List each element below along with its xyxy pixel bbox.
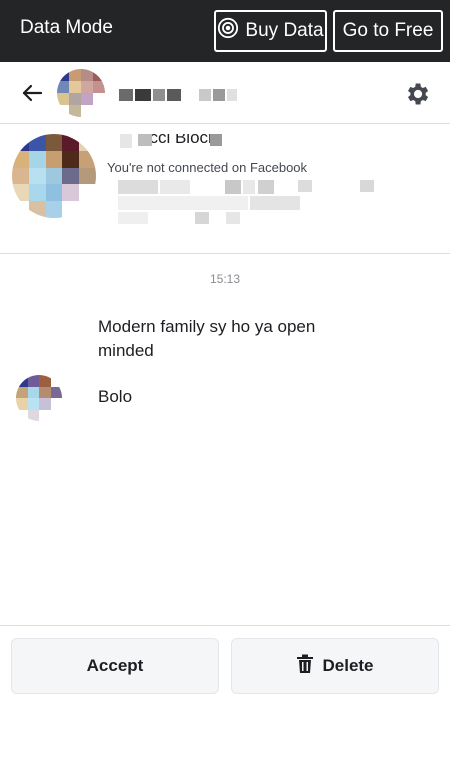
message-text: Modern family sy ho ya open minded	[98, 317, 316, 360]
avatar[interactable]	[12, 134, 96, 218]
buy-data-label: Buy Data	[245, 20, 324, 41]
trash-icon	[296, 654, 314, 679]
gear-icon[interactable]	[403, 80, 431, 113]
broadcast-icon	[217, 17, 239, 45]
message-text: Bolo	[98, 387, 133, 406]
conversation-header	[0, 62, 450, 124]
data-mode-label: Data Mode	[20, 17, 113, 38]
avatar[interactable]	[57, 69, 105, 117]
delete-label: Delete	[322, 656, 374, 675]
accept-button[interactable]: Accept	[11, 638, 219, 694]
buy-data-button[interactable]: Buy Data	[214, 10, 327, 52]
profile-section: acci Bloch You're not connected on Faceb…	[0, 124, 450, 254]
message-timestamp: 15:13	[209, 272, 241, 286]
arrow-left-icon[interactable]	[20, 81, 44, 110]
delete-button[interactable]: Delete	[231, 638, 439, 694]
data-mode-bar: Data Mode Buy Data Go to Free	[0, 0, 450, 62]
connection-status: You're not connected on Facebook	[107, 160, 308, 175]
accept-label: Accept	[86, 656, 144, 675]
go-to-free-button[interactable]: Go to Free	[333, 10, 443, 52]
contact-name-redacted	[119, 89, 237, 101]
avatar[interactable]	[16, 375, 62, 421]
go-to-free-label: Go to Free	[342, 20, 434, 41]
message-request-actions: Accept Delete	[0, 625, 450, 766]
